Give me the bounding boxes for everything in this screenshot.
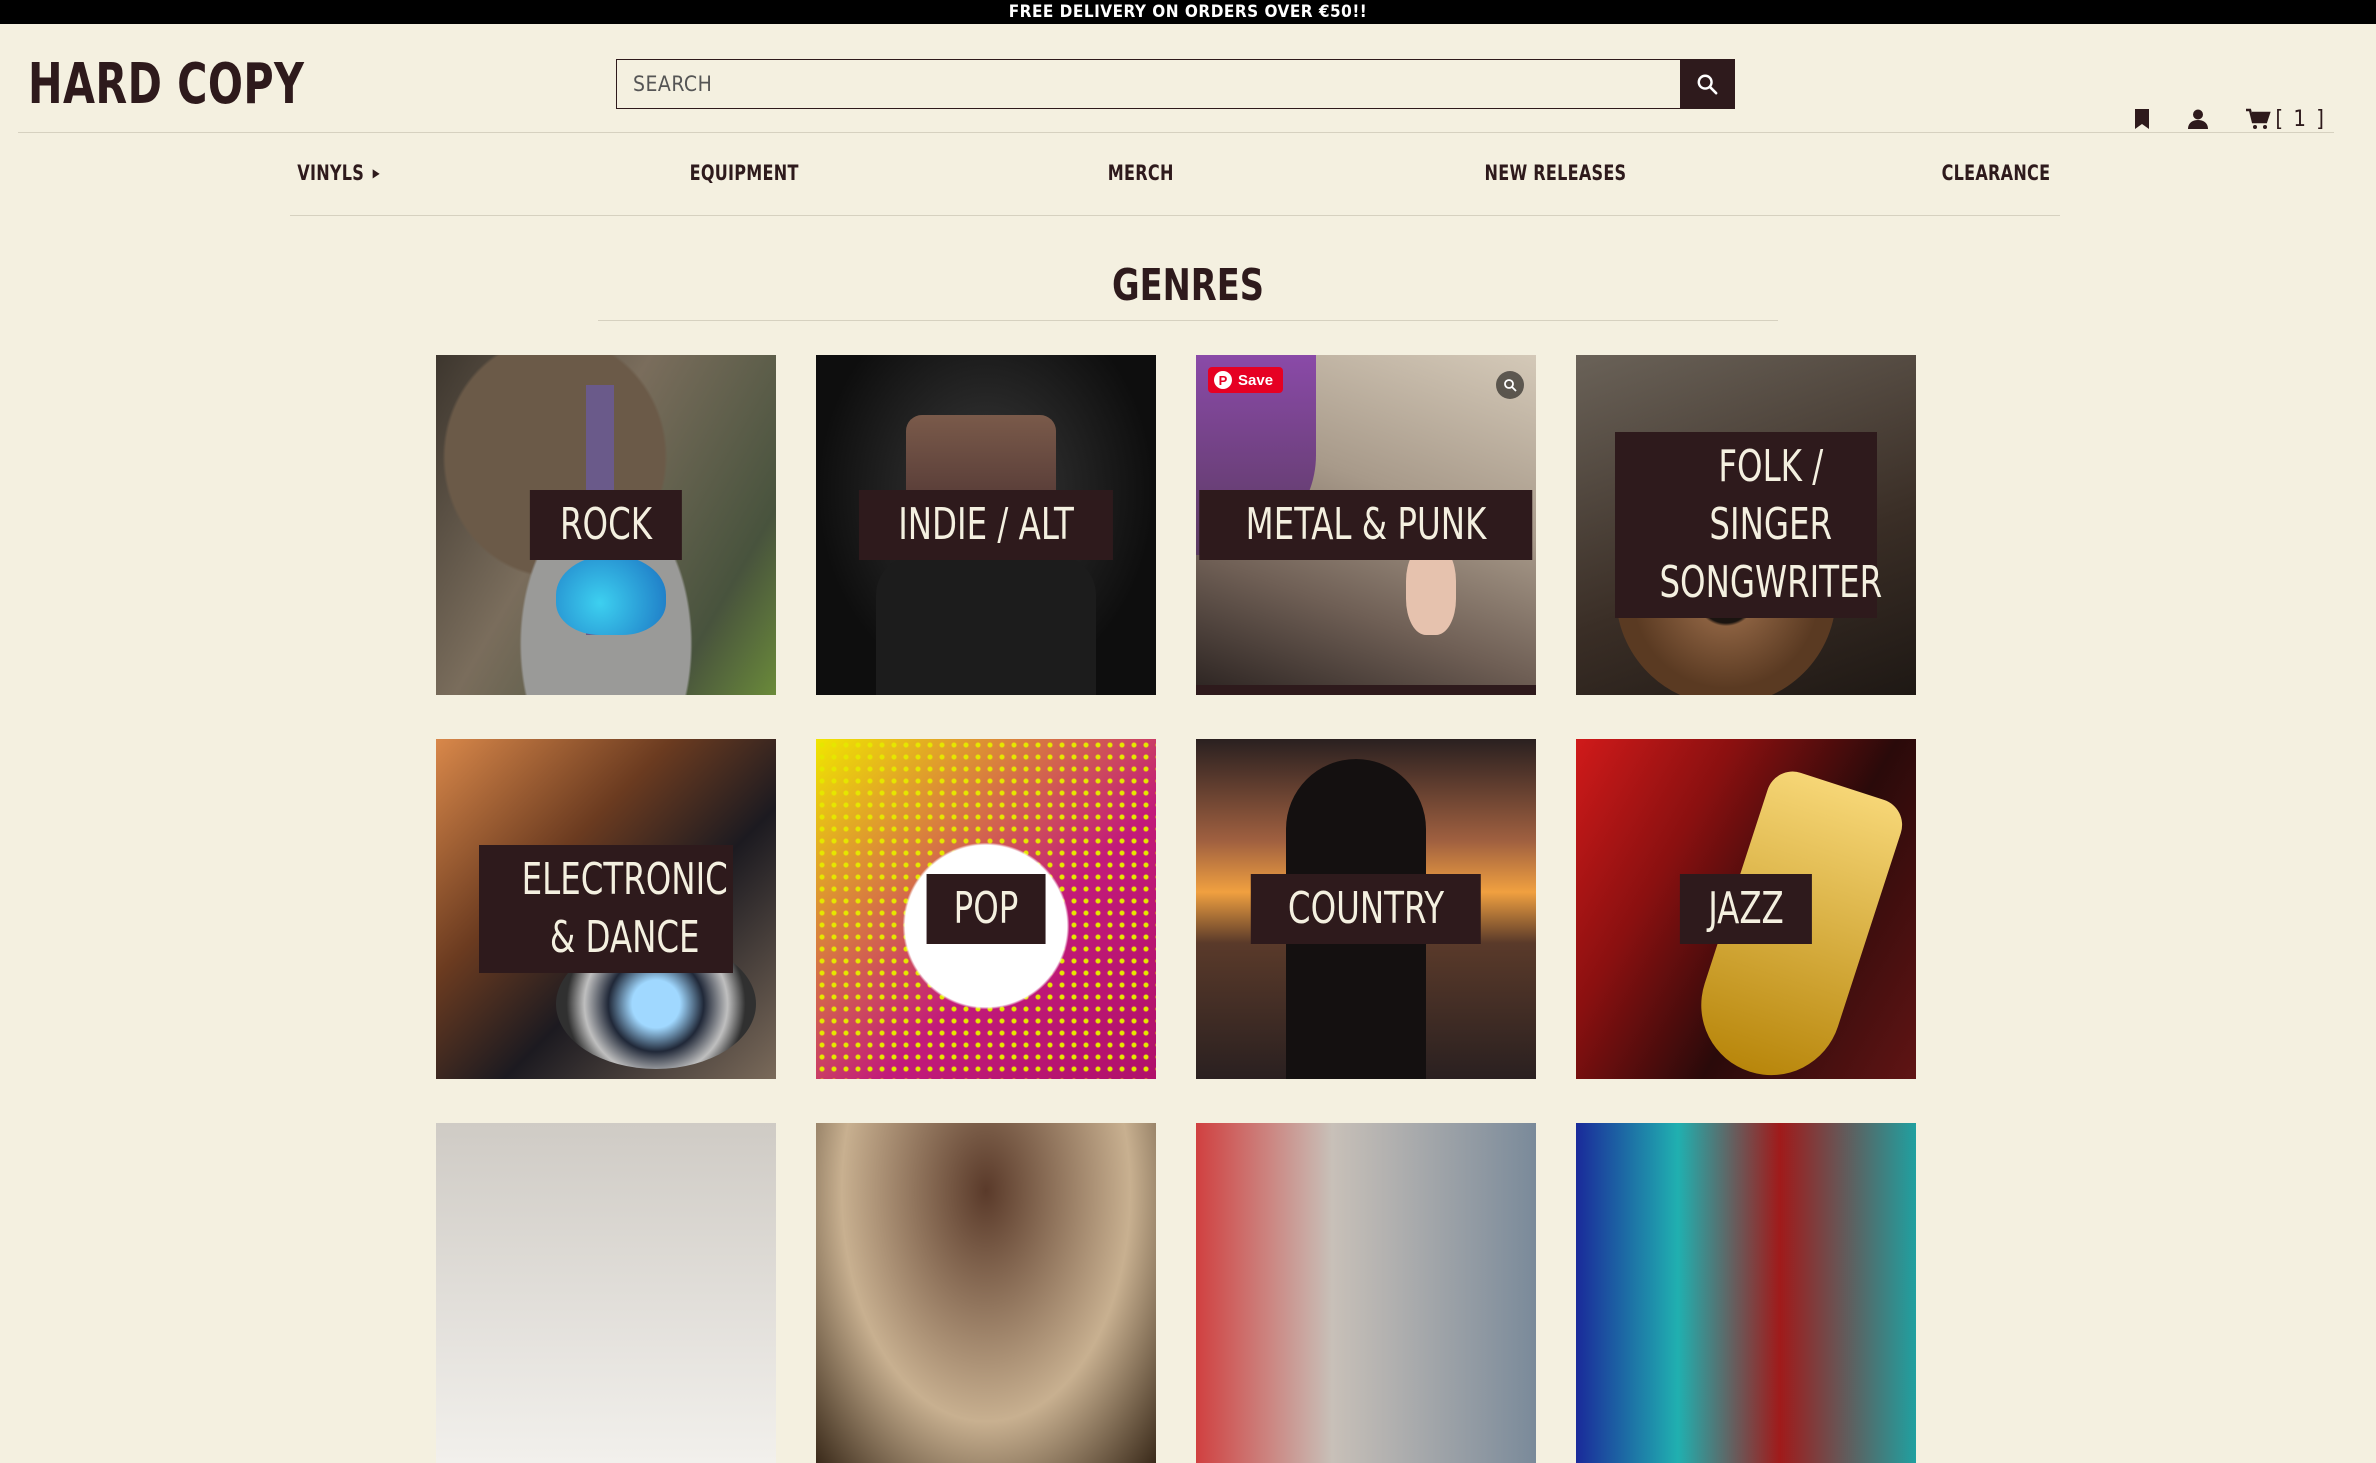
genre-label: COUNTRY (1250, 874, 1482, 944)
caret-right-icon: ▶ (372, 166, 380, 180)
genre-tile-folk[interactable]: FOLK / SINGER SONGWRITER (1576, 355, 1916, 695)
genre-tile-indie-alt[interactable]: INDIE / ALT (816, 355, 1156, 695)
genre-tile-partial[interactable] (816, 1123, 1156, 1463)
cart-count: [ 1 ] (2275, 106, 2326, 132)
bookmark-icon (2135, 109, 2150, 129)
pinterest-icon: P (1214, 371, 1232, 389)
nav-label: MERCH (1107, 161, 1174, 185)
magnifier-icon (1504, 379, 1517, 392)
genre-label: INDIE / ALT (858, 490, 1114, 560)
site-logo[interactable]: HARD COPY (28, 52, 304, 117)
pin-save-label: Save (1238, 371, 1274, 389)
genres-divider (598, 320, 1778, 321)
hover-underline (1196, 685, 1536, 695)
genre-tile-partial[interactable] (436, 1123, 776, 1463)
tile-image (876, 555, 1096, 695)
genres-title: GENRES (1112, 260, 1264, 311)
genre-tile-partial[interactable] (1196, 1123, 1536, 1463)
nav-item-clearance[interactable]: CLEARANCE (1942, 161, 2051, 185)
header-icons: [ 1 ] (2133, 102, 2326, 136)
nav-label: NEW RELEASES (1484, 161, 1627, 185)
search-button[interactable] (1680, 60, 1734, 108)
announcement-bar: FREE DELIVERY ON ORDERS OVER €50!! (0, 0, 2376, 24)
announcement-text: FREE DELIVERY ON ORDERS OVER €50!! (1008, 2, 1368, 22)
genre-tile-pop[interactable]: POP (816, 739, 1156, 1079)
wishlist-button[interactable] (2133, 108, 2151, 130)
visual-search-icon[interactable] (1496, 371, 1524, 399)
genre-tile-rock[interactable]: ROCK (436, 355, 776, 695)
genre-label: METAL & PUNK (1199, 490, 1533, 560)
search-input[interactable] (617, 60, 1680, 108)
nav-label: VINYLS (297, 161, 365, 185)
main-nav: VINYLS ▶ EQUIPMENT MERCH NEW RELEASES CL… (290, 131, 2060, 216)
site-header: HARD COPY SEARCH [1] (0, 24, 2376, 133)
account-button[interactable] (2187, 108, 2209, 130)
nav-label: CLEARANCE (1941, 161, 2051, 185)
cart-button[interactable]: [ 1 ] (2245, 107, 2326, 132)
genre-tile-metal-punk[interactable]: METAL & PUNK P Save (1196, 355, 1536, 695)
nav-label: EQUIPMENT (689, 161, 799, 185)
genre-tile-electronic-dance[interactable]: ELECTRONIC & DANCE (436, 739, 776, 1079)
genre-grid: ROCK INDIE / ALT METAL & PUNK P Save FOL… (436, 355, 1916, 1463)
genre-tile-partial[interactable] (1576, 1123, 1916, 1463)
nav-item-equipment[interactable]: EQUIPMENT (690, 161, 799, 185)
genre-label: ROCK (529, 490, 683, 560)
cart-icon (2246, 108, 2272, 129)
genre-tile-jazz[interactable]: JAZZ (1576, 739, 1916, 1079)
pinterest-save-button[interactable]: P Save (1208, 367, 1284, 393)
tile-image (556, 555, 666, 635)
search-icon (1697, 74, 1718, 95)
nav-item-new-releases[interactable]: NEW RELEASES (1485, 161, 1627, 185)
genre-label: POP (926, 874, 1046, 944)
search-bar (616, 59, 1735, 109)
genre-tile-country[interactable]: COUNTRY (1196, 739, 1536, 1079)
genre-label: JAZZ (1679, 874, 1813, 944)
nav-item-merch[interactable]: MERCH (1107, 161, 1173, 185)
genre-label: ELECTRONIC & DANCE (479, 845, 733, 973)
nav-item-vinyls[interactable]: VINYLS ▶ (297, 161, 380, 185)
account-icon (2188, 109, 2209, 129)
genre-label: FOLK / SINGER SONGWRITER (1615, 432, 1882, 618)
